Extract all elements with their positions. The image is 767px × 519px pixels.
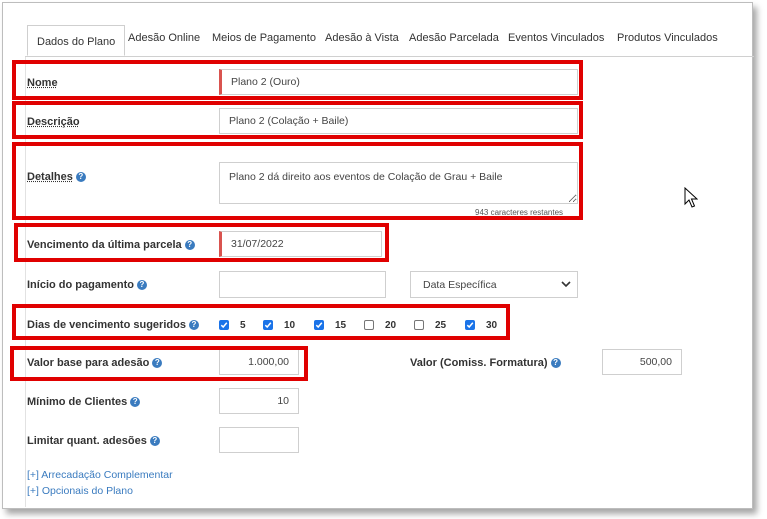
vencimento-input[interactable] (219, 231, 382, 257)
question-circle-icon[interactable]: ? (149, 436, 160, 446)
dia-15-label: 15 (335, 320, 347, 331)
inicio-pagamento-label-text: Início do pagamento (27, 279, 134, 291)
inicio-pagamento-input[interactable] (219, 271, 386, 298)
tab-dados-do-plano[interactable]: Dados do Plano (27, 25, 126, 56)
descricao-input[interactable] (219, 108, 578, 134)
tab-adesao-parcelada[interactable]: Adesão Parcelada (409, 32, 499, 44)
detalhes-label: Detalhes? (27, 171, 86, 183)
question-circle-icon[interactable]: ? (136, 280, 147, 290)
mouse-pointer-icon (684, 186, 699, 214)
minimo-clientes-label-text: Mínimo de Clientes (27, 396, 128, 408)
dia-30-checkbox[interactable] (465, 320, 475, 330)
tab-produtos-vinculados[interactable]: Produtos Vinculados (617, 32, 718, 44)
question-circle-icon[interactable]: ? (184, 240, 195, 250)
limitar-adesoes-input[interactable] (219, 427, 299, 453)
nome-input[interactable] (219, 69, 578, 95)
valor-base-label-text: Valor base para adesão (27, 357, 150, 369)
dia-20-label: 20 (385, 320, 397, 331)
detalhes-textarea[interactable]: Plano 2 dá direito aos eventos de Colaçã… (219, 162, 578, 204)
valor-comiss-label-text: Valor (Comiss. Formatura) (410, 357, 548, 369)
nome-label: Nome (27, 77, 58, 89)
limitar-adesoes-label-text: Limitar quant. adesões (27, 435, 147, 447)
tab-adesao-online[interactable]: Adesão Online (128, 32, 200, 44)
valor-comiss-label: Valor (Comiss. Formatura)? (410, 357, 561, 369)
minimo-clientes-input[interactable] (219, 388, 299, 414)
opcionais-plano-link[interactable]: [+] Opcionais do Plano (27, 485, 133, 497)
dia-15-checkbox[interactable] (314, 320, 324, 330)
vencimento-label: Vencimento da última parcela? (27, 239, 195, 251)
question-circle-icon[interactable]: ? (130, 397, 141, 407)
tab-meios-de-pagamento[interactable]: Meios de Pagamento (212, 32, 316, 44)
dia-10-label: 10 (284, 320, 296, 331)
vencimento-label-text: Vencimento da última parcela (27, 239, 182, 251)
dia-20-checkbox[interactable] (364, 320, 374, 330)
question-circle-icon[interactable]: ? (152, 358, 163, 368)
tab-eventos-vinculados[interactable]: Eventos Vinculados (508, 32, 604, 44)
dias-vencimento-label: Dias de vencimento sugeridos? (27, 319, 199, 331)
valor-base-label: Valor base para adesão? (27, 357, 163, 369)
question-circle-icon[interactable]: ? (550, 358, 561, 368)
chevron-down-icon (561, 272, 571, 308)
inicio-pagamento-select[interactable]: Data Específica (410, 271, 578, 298)
dia-5-checkbox[interactable] (219, 320, 229, 330)
minimo-clientes-label: Mínimo de Clientes? (27, 396, 141, 408)
dia-25-checkbox[interactable] (414, 320, 424, 330)
dia-10-checkbox[interactable] (263, 320, 273, 330)
dias-vencimento-label-text: Dias de vencimento sugeridos (27, 319, 186, 331)
question-circle-icon[interactable]: ? (75, 172, 86, 182)
descricao-label: Descrição (27, 116, 80, 128)
dia-30-label: 30 (486, 320, 498, 331)
valor-base-input[interactable] (219, 349, 299, 375)
detalhes-char-counter: 943 caracteres restantes (475, 208, 564, 217)
detalhes-label-text: Detalhes (27, 171, 73, 183)
limitar-adesoes-label: Limitar quant. adesões? (27, 435, 160, 447)
valor-comiss-input[interactable] (602, 349, 682, 375)
dia-5-label: 5 (240, 320, 246, 331)
arrecadacao-complementar-link[interactable]: [+] Arrecadação Complementar (27, 469, 173, 481)
tab-adesao-a-vista[interactable]: Adesão à Vista (325, 32, 399, 44)
dia-25-label: 25 (435, 320, 447, 331)
inicio-pagamento-select-value: Data Específica (423, 279, 497, 291)
question-circle-icon[interactable]: ? (188, 320, 199, 330)
inicio-pagamento-label: Início do pagamento? (27, 279, 147, 291)
